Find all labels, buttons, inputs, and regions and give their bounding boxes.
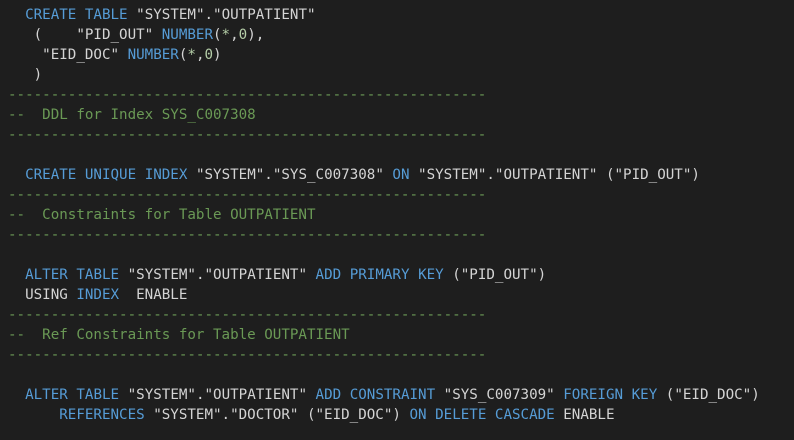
- code-keyword: ADD: [315, 387, 342, 403]
- code-keyword: CREATE: [25, 167, 77, 183]
- code-line: ): [8, 65, 794, 85]
- code-keyword: DELETE: [435, 407, 487, 423]
- code-line: ----------------------------------------…: [8, 345, 794, 365]
- code-line: "EID_DOC" NUMBER(*,0): [8, 45, 794, 65]
- code-text: ENABLE: [554, 407, 615, 423]
- code-keyword: TABLE: [76, 387, 120, 403]
- code-keyword: NUMBER: [127, 47, 179, 63]
- code-line: ----------------------------------------…: [8, 85, 794, 105]
- code-comment: -- Ref Constraints for Table OUTPATIENT: [8, 327, 350, 343]
- code-number: 0: [204, 47, 214, 63]
- code-number: *: [187, 47, 196, 63]
- code-keyword: TABLE: [76, 267, 120, 283]
- code-text: "SYSTEM"."SYS_C007308": [187, 167, 393, 183]
- code-keyword: ALTER: [25, 267, 68, 283]
- code-keyword: ON: [409, 407, 427, 423]
- code-keyword: ON: [392, 167, 410, 183]
- code-text: (: [213, 27, 222, 43]
- code-keyword: NUMBER: [161, 27, 213, 43]
- code-keyword: CREATE: [25, 7, 77, 23]
- code-text: USING: [8, 287, 77, 303]
- code-text: ): [213, 47, 222, 63]
- code-line: REFERENCES "SYSTEM"."DOCTOR" ("EID_DOC")…: [8, 405, 794, 425]
- code-keyword: UNIQUE: [84, 167, 137, 183]
- code-text: "SYSTEM"."DOCTOR" ("EID_DOC"): [144, 407, 410, 423]
- code-comment: ----------------------------------------…: [8, 187, 487, 203]
- code-text: "SYSTEM"."OUTPATIENT": [119, 267, 316, 283]
- code-line: CREATE TABLE "SYSTEM"."OUTPATIENT": [8, 5, 794, 25]
- code-keyword: REFERENCES: [59, 407, 145, 423]
- code-keyword: INDEX: [76, 287, 120, 303]
- code-number: *: [221, 27, 231, 43]
- code-text: ( "PID_OUT": [8, 27, 162, 43]
- code-keyword: ALTER: [25, 387, 68, 403]
- code-line: -- Constraints for Table OUTPATIENT: [8, 205, 794, 225]
- code-text: ENABLE: [119, 287, 188, 303]
- code-text: "SYS_C007309": [435, 387, 564, 403]
- code-line: ----------------------------------------…: [8, 305, 794, 325]
- code-line: ( "PID_OUT" NUMBER(*,0),: [8, 25, 794, 45]
- code-text: ,: [230, 27, 239, 43]
- code-text: "EID_DOC": [8, 47, 128, 63]
- code-line: ALTER TABLE "SYSTEM"."OUTPATIENT" ADD CO…: [8, 385, 794, 405]
- code-comment: ----------------------------------------…: [8, 307, 487, 323]
- code-text: "SYSTEM"."OUTPATIENT": [119, 387, 316, 403]
- code-line: USING INDEX ENABLE: [8, 285, 794, 305]
- code-text: "SYSTEM"."OUTPATIENT": [127, 7, 316, 23]
- code-comment: ----------------------------------------…: [8, 87, 487, 103]
- code-keyword: KEY: [631, 387, 658, 403]
- code-keyword: ADD: [315, 267, 342, 283]
- code-text: ),: [247, 27, 265, 43]
- code-comment: ----------------------------------------…: [8, 227, 487, 243]
- code-text: ("PID_OUT"): [443, 267, 547, 283]
- code-comment: ----------------------------------------…: [8, 347, 487, 363]
- code-keyword: CASCADE: [494, 407, 555, 423]
- code-comment: -- DDL for Index SYS_C007308: [8, 107, 256, 123]
- code-keyword: INDEX: [144, 167, 188, 183]
- code-text: "SYSTEM"."OUTPATIENT" ("PID_OUT"): [409, 167, 700, 183]
- code-text: ): [8, 67, 43, 83]
- code-line: CREATE UNIQUE INDEX "SYSTEM"."SYS_C00730…: [8, 165, 794, 185]
- code-keyword: FOREIGN: [563, 387, 624, 403]
- code-line: -- Ref Constraints for Table OUTPATIENT: [8, 325, 794, 345]
- code-comment: -- Constraints for Table OUTPATIENT: [8, 207, 316, 223]
- code-editor[interactable]: CREATE TABLE "SYSTEM"."OUTPATIENT" ( "PI…: [0, 0, 794, 440]
- code-line: ----------------------------------------…: [8, 225, 794, 245]
- code-text: ("EID_DOC"): [657, 387, 760, 403]
- code-line: ----------------------------------------…: [8, 125, 794, 145]
- code-keyword: KEY: [418, 267, 444, 283]
- code-line: -- DDL for Index SYS_C007308: [8, 105, 794, 125]
- code-line: ----------------------------------------…: [8, 185, 794, 205]
- code-keyword: PRIMARY: [349, 267, 410, 283]
- code-number: 0: [238, 27, 248, 43]
- code-keyword: TABLE: [84, 7, 128, 23]
- code-keyword: CONSTRAINT: [349, 387, 436, 403]
- code-comment: ----------------------------------------…: [8, 127, 487, 143]
- code-line: ALTER TABLE "SYSTEM"."OUTPATIENT" ADD PR…: [8, 265, 794, 285]
